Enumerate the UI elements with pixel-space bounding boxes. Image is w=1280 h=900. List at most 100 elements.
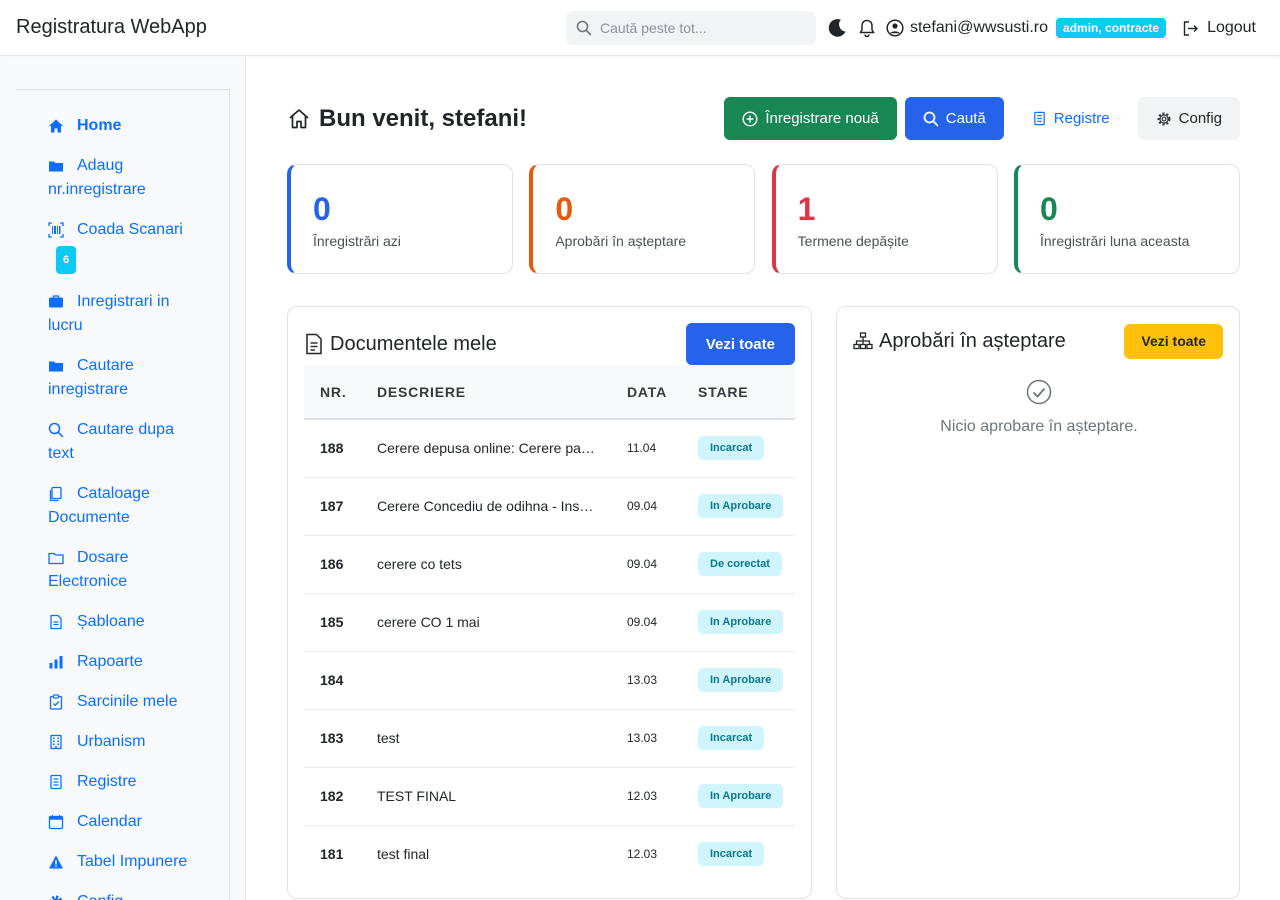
sidebar-item-label: Config (77, 890, 123, 900)
docs-view-all-button[interactable]: Vezi toate (685, 323, 795, 365)
column-header-description[interactable]: DESCRIERE (361, 365, 611, 420)
briefcase-icon (48, 290, 65, 314)
sidebar-item-text-search[interactable]: Cautare dupa text (16, 418, 229, 466)
sidebar-item-tax-table[interactable]: Tabel Impunere (16, 850, 229, 874)
logout-button[interactable]: Logout (1182, 19, 1256, 37)
global-search-input[interactable] (599, 20, 800, 36)
top-navbar: Registratura WebApp stefani@wwsusti.ro a… (0, 0, 1280, 56)
sidebar-item-label: Calendar (77, 813, 142, 830)
sidebar-item-label: Urbanism (77, 733, 146, 750)
sidebar-item-registers[interactable]: Registre (16, 770, 229, 794)
search-button[interactable]: Caută (904, 97, 1004, 140)
table-row[interactable]: 183 test 13.03 Incarcat (304, 709, 795, 768)
journal-icon (48, 770, 65, 794)
row-nr: 184 (304, 651, 361, 710)
sidebar-item-label: Tabel Impunere (77, 853, 188, 870)
table-row[interactable]: 186 cerere co tets 09.04 De corectat (304, 535, 795, 594)
row-description: test final (377, 846, 430, 863)
stat-label: Termene depășite (797, 233, 909, 249)
bell-icon (859, 19, 875, 38)
new-registration-button[interactable]: Înregistrare nouă (724, 97, 897, 140)
stats-row: 0 Înregistrări azi 0 Aprobări în aștepta… (287, 164, 1240, 274)
folder-icon (48, 154, 65, 178)
approvals-view-all-button[interactable]: Vezi toate (1124, 323, 1223, 359)
sidebar-item-document-catalogs[interactable]: Cataloage Documente (16, 482, 229, 530)
copy-icon (48, 482, 65, 506)
sidebar-item-label: Sarcinile mele (77, 693, 178, 710)
user-menu[interactable]: stefani@wwsusti.ro admin, contracte (886, 18, 1167, 38)
registers-button[interactable]: Registre (1012, 97, 1130, 140)
card-header: Aprobări în așteptare Vezi toate (837, 307, 1239, 359)
search-button-label: Caută (945, 110, 986, 127)
global-search[interactable] (565, 11, 816, 45)
table-row[interactable]: 188 Cerere depusa online: Cerere pare...… (304, 419, 795, 478)
sidebar-item-templates[interactable]: Șabloane (16, 610, 229, 634)
row-date: 11.04 (611, 419, 682, 478)
stat-card-overdue: 1 Termene depășite (771, 164, 998, 274)
config-button-label: Config (1178, 110, 1222, 127)
row-nr: 188 (304, 419, 361, 478)
table-row[interactable]: 185 cerere CO 1 mai 09.04 In Aprobare (304, 593, 795, 652)
row-date: 09.04 (611, 535, 682, 594)
sidebar-item-work-in-progress[interactable]: Inregistrari in lucru (16, 290, 229, 338)
search-icon (576, 20, 592, 36)
config-button[interactable]: Config (1137, 97, 1240, 140)
gear-icon (48, 890, 65, 900)
search-icon (48, 418, 65, 442)
welcome-text: Bun venit, stefani! (319, 105, 528, 132)
table-row[interactable]: 182 TEST FINAL 12.03 In Aprobare (304, 767, 795, 826)
warning-icon (48, 850, 65, 874)
notifications-button[interactable] (852, 13, 882, 43)
sidebar-item-electronic-files[interactable]: Dosare Electronice (16, 546, 229, 594)
new-registration-label: Înregistrare nouă (765, 110, 879, 127)
sidebar-item-search-registration[interactable]: Cautare inregistrare (16, 354, 229, 402)
file-icon (48, 610, 65, 634)
sidebar-item-my-tasks[interactable]: Sarcinile mele (16, 690, 229, 714)
bar-chart-icon (48, 650, 65, 674)
theme-toggle-button[interactable] (822, 13, 852, 43)
clipboard-icon (48, 690, 65, 714)
column-header-nr[interactable]: NR. (304, 365, 361, 420)
pending-approvals-card: Aprobări în așteptare Vezi toate Nicio a… (836, 306, 1240, 899)
folder-open-icon (48, 546, 65, 570)
table-row[interactable]: 187 Cerere Concediu de odihna - Insuf...… (304, 477, 795, 536)
table-row[interactable]: 181 test final 12.03 Incarcat (304, 825, 795, 883)
table-row[interactable]: 184 13.03 In Aprobare (304, 651, 795, 710)
top-right-controls: stefani@wwsusti.ro admin, contracte Logo… (565, 0, 1256, 56)
approvals-empty-text: Nicio aprobare în așteptare. (940, 418, 1138, 435)
app-brand[interactable]: Registratura WebApp (16, 16, 207, 39)
column-header-status[interactable]: STARE (682, 365, 795, 420)
sidebar-nav: Home Adaug nr.inregistrare Coada Scanari… (16, 89, 230, 900)
status-badge: Incarcat (698, 726, 765, 750)
status-badge: In Aprobare (698, 784, 784, 808)
page-header: Bun venit, stefani! Înregistrare nouă Ca… (287, 97, 1240, 141)
home-icon (48, 114, 65, 138)
sidebar-item-label: Coada Scanari (77, 221, 183, 238)
row-date: 13.03 (611, 709, 682, 768)
row-nr: 181 (320, 846, 344, 863)
plus-circle-icon (742, 110, 758, 127)
stat-card-pending-approvals: 0 Aprobări în așteptare (529, 164, 756, 274)
sidebar-item-calendar[interactable]: Calendar (16, 810, 229, 834)
stat-label: Aprobări în așteptare (555, 233, 687, 249)
sidebar-item-home[interactable]: Home (16, 114, 229, 138)
sidebar-item-reports[interactable]: Rapoarte (16, 650, 229, 674)
sidebar-item-add-registration[interactable]: Adaug nr.inregistrare (16, 154, 229, 202)
row-date: 09.04 (611, 477, 682, 536)
main-content: Bun venit, stefani! Înregistrare nouă Ca… (247, 57, 1280, 900)
status-badge: In Aprobare (698, 610, 784, 634)
table-header-row: NR. DESCRIERE DATA STARE (304, 365, 795, 420)
row-description: test (377, 730, 400, 746)
row-nr: 185 (304, 593, 361, 652)
sidebar-item-config[interactable]: Config (16, 890, 229, 900)
row-date: 09.04 (611, 593, 682, 652)
card-title: Documentele mele (304, 333, 497, 356)
column-header-date[interactable]: DATA (611, 365, 682, 420)
sidebar-item-scan-queue[interactable]: Coada Scanari 6 (16, 218, 229, 274)
calendar-icon (48, 810, 65, 834)
sidebar-item-urbanism[interactable]: Urbanism (16, 730, 229, 754)
status-badge: Incarcat (698, 842, 765, 867)
stat-label: Înregistrări luna aceasta (1039, 233, 1190, 249)
stat-label: Înregistrări azi (313, 233, 401, 249)
sidebar-item-label: Inregistrari in lucru (48, 293, 170, 334)
